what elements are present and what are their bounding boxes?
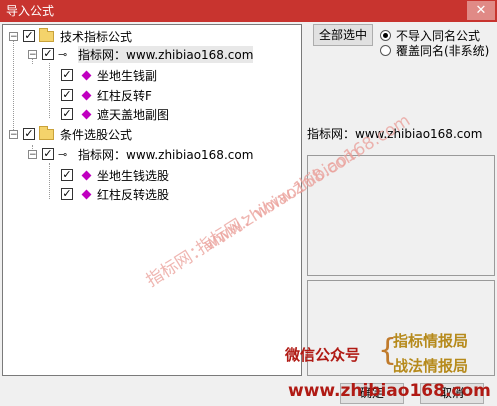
tree-connector bbox=[49, 63, 50, 118]
leaf-label: 坐地生钱副 bbox=[97, 68, 158, 83]
leaf-label: 遮天盖地副图 bbox=[97, 107, 170, 122]
radio-label: 覆盖同名(非系统) bbox=[396, 44, 490, 58]
formula-icon bbox=[77, 90, 93, 100]
checkbox[interactable]: ✓ bbox=[61, 69, 73, 81]
checkbox[interactable]: ✓ bbox=[61, 89, 73, 101]
collapse-toggle[interactable]: − bbox=[9, 129, 18, 139]
folder-icon bbox=[39, 27, 54, 42]
tree-connector bbox=[13, 36, 14, 136]
promo-name-1: 指标情报局 bbox=[393, 332, 469, 350]
tree-leaf[interactable]: ✓ 坐地生钱副 bbox=[61, 66, 157, 84]
select-all-button[interactable]: 全部选中 bbox=[313, 24, 373, 46]
tree-node-source-1[interactable]: − ✓ ⊸ 指标网：www.zhibiao168.com bbox=[28, 45, 254, 63]
tree-connector bbox=[49, 163, 50, 199]
collapse-toggle[interactable]: − bbox=[9, 31, 18, 41]
node-label: 指标网：www.zhibiao168.com bbox=[78, 147, 254, 162]
tree-node-technical-indicators[interactable]: − ✓ 技术指标公式 bbox=[9, 27, 132, 45]
promo-name-2: 战法情报局 bbox=[393, 357, 469, 375]
leaf-label: 红柱反转F bbox=[97, 88, 152, 103]
wechat-label: 微信公众号 bbox=[285, 346, 361, 364]
formula-icon bbox=[77, 170, 93, 180]
checkbox[interactable]: ✓ bbox=[23, 30, 35, 42]
formula-icon bbox=[77, 109, 93, 119]
key-icon: ⊸ bbox=[58, 47, 68, 61]
checkbox[interactable]: ✓ bbox=[61, 188, 73, 200]
radio-overwrite[interactable]: 覆盖同名(非系统) bbox=[380, 42, 489, 59]
checkbox[interactable]: ✓ bbox=[61, 108, 73, 120]
formula-icon bbox=[77, 189, 93, 199]
collapse-toggle[interactable]: − bbox=[28, 49, 37, 59]
tree-leaf[interactable]: ✓ 遮天盖地副图 bbox=[61, 105, 169, 123]
checkbox[interactable]: ✓ bbox=[42, 148, 54, 160]
node-label: 指标网：www.zhibiao168.com bbox=[78, 45, 254, 63]
window-title: 导入公式 bbox=[6, 4, 55, 18]
checkbox[interactable]: ✓ bbox=[61, 169, 73, 181]
tree-leaf[interactable]: ✓ 红柱反转选股 bbox=[61, 185, 169, 203]
promo-url: www.zhibiao168.com bbox=[288, 381, 491, 401]
key-icon: ⊸ bbox=[58, 147, 68, 161]
checkbox[interactable]: ✓ bbox=[23, 128, 35, 140]
close-button[interactable]: ✕ bbox=[467, 1, 495, 20]
node-label: 条件选股公式 bbox=[60, 127, 133, 142]
tree-node-stock-selection[interactable]: − ✓ 条件选股公式 bbox=[9, 125, 132, 143]
leaf-label: 坐地生钱选股 bbox=[97, 168, 170, 183]
tree-leaf[interactable]: ✓ 坐地生钱选股 bbox=[61, 166, 169, 184]
checkbox[interactable]: ✓ bbox=[42, 48, 54, 60]
node-label: 技术指标公式 bbox=[60, 29, 133, 44]
folder-icon bbox=[39, 125, 54, 140]
radio-unselected-icon[interactable] bbox=[380, 45, 391, 56]
title-bar: 导入公式 ✕ bbox=[0, 0, 497, 22]
leaf-label: 红柱反转选股 bbox=[97, 187, 170, 202]
tree-leaf[interactable]: ✓ 红柱反转F bbox=[61, 86, 152, 104]
formula-icon bbox=[77, 70, 93, 80]
collapse-toggle[interactable]: − bbox=[28, 149, 37, 159]
tree-node-source-2[interactable]: − ✓ ⊸ 指标网：www.zhibiao168.com bbox=[28, 145, 253, 163]
radio-selected-icon[interactable] bbox=[380, 30, 391, 41]
